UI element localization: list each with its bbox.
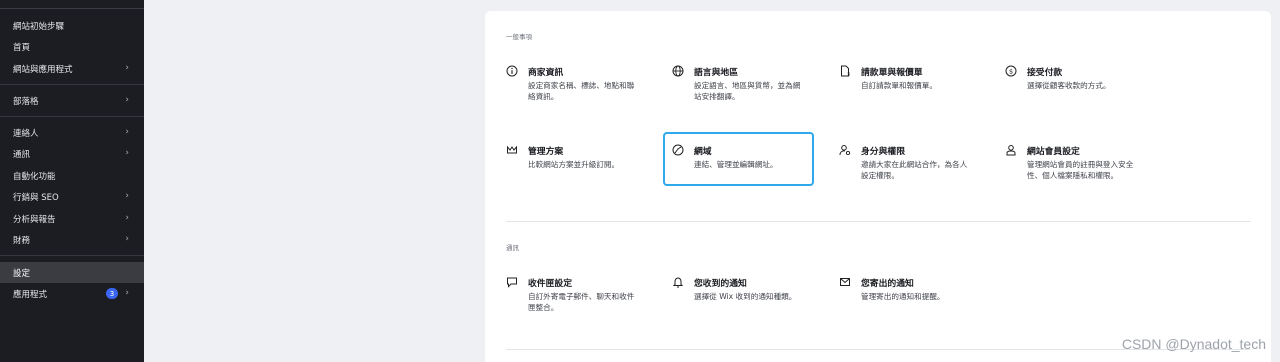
- card-title: 身分與權限: [861, 147, 905, 157]
- card-description: 設定商家名稱、標誌、地點和聯絡資訊。: [528, 81, 635, 101]
- sidebar-item-analytics[interactable]: 分析與報告 ›: [0, 208, 144, 229]
- sidebar-item-label: 網站初始步驟: [13, 21, 65, 32]
- card-description: 邀請大家在此網站合作，為各人設定權限。: [861, 160, 968, 180]
- card-notifications-sent[interactable]: 您寄出的通知 管理寄出的通知和提醒。: [836, 273, 986, 327]
- sidebar-item-apps[interactable]: 應用程式 3 ›: [0, 283, 144, 304]
- sidebar-item-label: 財務: [13, 235, 31, 246]
- sidebar-item-contacts[interactable]: 連絡人 ›: [0, 122, 144, 143]
- card-accept-payments[interactable]: $ 接受付款 選擇從顧客收款的方式。: [1002, 61, 1152, 115]
- card-title: 接受付款: [1027, 68, 1063, 78]
- card-title: 商家資訊: [528, 68, 564, 78]
- card-description: 選擇從顧客收款的方式。: [1027, 81, 1111, 90]
- card-description: 設定語言、地區與貨幣，並為網站安排翻譯。: [694, 81, 801, 101]
- chevron-right-icon: ›: [125, 95, 129, 105]
- card-title: 您寄出的通知: [861, 279, 914, 289]
- chevron-right-icon: ›: [125, 127, 129, 137]
- card-manage-plans[interactable]: 管理方案 比較網站方案並升級訂閱。: [503, 141, 653, 195]
- sidebar-item-label: 網站與應用程式: [13, 64, 73, 75]
- card-description: 自訂外寄電子郵件、聊天和收件匣整合。: [528, 292, 635, 312]
- card-title: 管理方案: [528, 147, 564, 157]
- sidebar-divider: [0, 8, 144, 9]
- user-key-icon: [839, 145, 851, 156]
- watermark: CSDN @Dynadot_tech: [1121, 336, 1266, 352]
- card-invoices-quotes[interactable]: $ 請款單與報價單 自訂請款單和報價單。: [836, 61, 986, 115]
- card-title: 網域: [694, 147, 712, 157]
- info-icon: [506, 65, 518, 77]
- sidebar-item-settings[interactable]: 設定: [0, 262, 144, 283]
- count-badge: 3: [106, 288, 118, 299]
- card-description: 管理網站會員的註冊與登入安全性、個人檔案隱私和權限。: [1027, 160, 1134, 180]
- sidebar-item-blog[interactable]: 部落格 ›: [0, 90, 144, 111]
- card-member-settings[interactable]: 網站會員設定 管理網站會員的註冊與登入安全性、個人檔案隱私和權限。: [1002, 141, 1152, 195]
- sidebar-item-finance[interactable]: 財務 ›: [0, 229, 144, 250]
- card-domains[interactable]: 網域 連結、管理並編輯網址。: [669, 141, 819, 195]
- sidebar-item-home[interactable]: 首頁: [0, 36, 144, 57]
- domain-globe-icon: [672, 144, 684, 156]
- settings-panel: 一般事項 商家資訊 設定商家名稱、標誌、地點和聯絡資訊。 語言與地區 設定語言、…: [485, 11, 1271, 362]
- user-icon: [1006, 145, 1016, 156]
- sidebar-item-label: 部落格: [13, 96, 39, 107]
- bell-icon: [672, 277, 684, 288]
- sidebar-divider: [0, 255, 144, 256]
- sidebar-item-marketing-seo[interactable]: 行銷與 SEO ›: [0, 186, 144, 207]
- sidebar-item-communications[interactable]: 通訊 ›: [0, 143, 144, 164]
- sidebar-item-label: 自動化功能: [13, 171, 56, 182]
- card-title: 語言與地區: [694, 68, 738, 78]
- chevron-right-icon: ›: [125, 148, 129, 158]
- sidebar-item-label: 首頁: [13, 42, 31, 53]
- envelope-icon: [840, 278, 850, 286]
- card-description: 自訂請款單和報價單。: [861, 81, 937, 90]
- sidebar-item-label: 應用程式: [13, 289, 48, 300]
- card-notifications-received[interactable]: 您收到的通知 選擇從 Wix 收到的通知種類。: [669, 273, 819, 327]
- document-dollar-icon: $: [841, 65, 850, 78]
- card-business-info[interactable]: 商家資訊 設定商家名稱、標誌、地點和聯絡資訊。: [503, 61, 653, 115]
- section-label-communications: 通訊: [506, 244, 519, 252]
- globe-icon: [672, 65, 684, 77]
- card-title: 請款單與報價單: [861, 68, 923, 78]
- card-description: 選擇從 Wix 收到的通知種類。: [694, 292, 797, 301]
- sidebar-item-label: 連絡人: [13, 128, 39, 139]
- card-description: 連結、管理並編輯網址。: [694, 160, 778, 169]
- chevron-right-icon: ›: [125, 191, 129, 201]
- card-title: 收件匣設定: [528, 279, 572, 289]
- section-label-general: 一般事項: [506, 33, 532, 41]
- card-inbox-settings[interactable]: 收件匣設定 自訂外寄電子郵件、聊天和收件匣整合。: [503, 273, 653, 327]
- card-description: 管理寄出的通知和提醒。: [861, 292, 945, 301]
- sidebar-item-label: 設定: [13, 268, 31, 279]
- sidebar-item-label: 分析與報告: [13, 214, 56, 225]
- card-description: 比較網站方案並升級訂閱。: [528, 160, 620, 169]
- card-title: 您收到的通知: [694, 279, 747, 289]
- chevron-right-icon: ›: [125, 288, 129, 298]
- card-language-region[interactable]: 語言與地區 設定語言、地區與貨幣，並為網站安排翻譯。: [669, 61, 819, 115]
- section-divider: [506, 221, 1251, 222]
- sidebar-divider: [0, 84, 144, 85]
- chevron-right-icon: ›: [125, 213, 129, 223]
- sidebar-item-label: 行銷與 SEO: [13, 192, 59, 203]
- svg-text:$: $: [847, 72, 850, 78]
- sidebar-item-automations[interactable]: 自動化功能: [0, 165, 144, 186]
- chat-bubble-icon: [507, 277, 517, 288]
- sidebar-item-site-setup[interactable]: 網站初始步驟: [0, 15, 144, 36]
- sidebar-item-sites-apps[interactable]: 網站與應用程式 ›: [0, 58, 144, 79]
- sidebar-divider: [0, 116, 144, 117]
- chevron-right-icon: ›: [125, 63, 129, 73]
- sidebar: 網站初始步驟 首頁 網站與應用程式 › 部落格 › 連絡人 › 通訊 › 自動化…: [0, 0, 144, 362]
- crown-icon: [507, 145, 517, 154]
- card-roles-permissions[interactable]: 身分與權限 邀請大家在此網站合作，為各人設定權限。: [836, 141, 986, 195]
- sidebar-item-label: 通訊: [13, 149, 31, 160]
- card-title: 網站會員設定: [1027, 147, 1080, 157]
- svg-text:$: $: [1009, 67, 1013, 75]
- dollar-circle-icon: $: [1005, 65, 1017, 77]
- chevron-right-icon: ›: [125, 234, 129, 244]
